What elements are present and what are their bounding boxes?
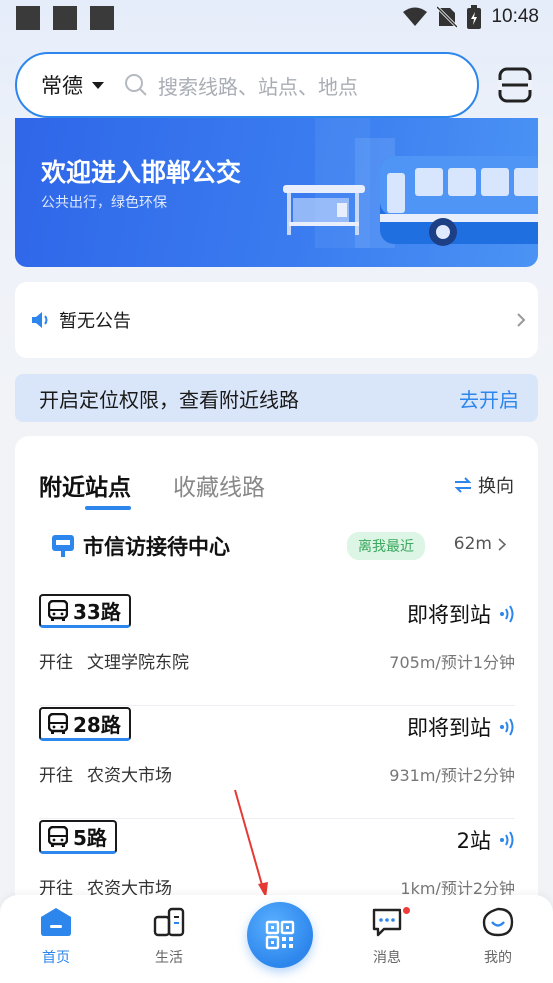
speaker-icon (32, 312, 48, 328)
qr-code-button[interactable] (247, 902, 313, 968)
search-icon (125, 74, 147, 96)
tab-favorite-routes[interactable]: 收藏线路 (173, 468, 265, 502)
clock: 10:48 (491, 6, 539, 27)
direction-label: 开往 (39, 766, 73, 786)
route-item[interactable]: 33路 即将到站 开往 文理学院东院 705m/预计1分钟 (39, 594, 515, 706)
route-direction: 开往 文理学院东院 (39, 648, 189, 673)
nav-label: 首页 (42, 950, 70, 966)
scan-icon[interactable] (498, 67, 532, 103)
arrival-status-text: 即将到站 (407, 603, 491, 627)
no-sim-icon (437, 6, 458, 28)
nav-messages[interactable]: 消息 (357, 907, 417, 967)
arrival-status: 2站 (457, 825, 515, 855)
notification-dot (401, 905, 412, 916)
active-tab-indicator (85, 506, 131, 510)
qr-code-icon (265, 920, 295, 950)
route-number: 5路 (73, 826, 107, 850)
route-destination: 文理学院东院 (87, 653, 189, 673)
bus-stop-icon (52, 535, 74, 557)
nav-life[interactable]: 生活 (139, 907, 199, 967)
route-tag: 5路 (39, 820, 117, 854)
realtime-signal-icon (500, 831, 514, 849)
bus-icon (48, 599, 68, 621)
announcement-text: 暂无公告 (59, 311, 131, 332)
route-eta: 705m/预计1分钟 (389, 653, 515, 672)
notification-icon (90, 6, 114, 30)
nav-label: 消息 (373, 950, 401, 966)
nav-label: 我的 (484, 950, 512, 966)
banner-title: 欢迎进入邯郸公交 (41, 158, 242, 187)
switch-direction-label: 换向 (478, 476, 514, 497)
home-icon (41, 908, 71, 936)
swap-icon (454, 477, 472, 493)
route-direction: 开往 农资大市场 (39, 761, 172, 786)
enable-location-link[interactable]: 去开启 (459, 384, 519, 413)
bus-icon (48, 825, 68, 847)
station-distance: 62m (454, 534, 506, 554)
chevron-right-icon (517, 313, 526, 327)
arrival-status: 即将到站 (407, 712, 515, 742)
station-name: 市信访接待中心 (83, 535, 230, 559)
search-bar[interactable]: 常德 搜索线路、站点、地点 (15, 52, 479, 118)
route-number: 28路 (73, 713, 121, 737)
chevron-right-icon (498, 537, 506, 551)
banner-subtitle: 公共出行，绿色环保 (41, 195, 167, 211)
nearest-badge: 离我最近 (347, 532, 425, 560)
notification-icon (16, 6, 40, 30)
route-eta: 931m/预计2分钟 (389, 766, 515, 785)
nav-label: 生活 (155, 950, 183, 966)
arrival-status-text: 2站 (456, 829, 491, 853)
life-icon (153, 907, 185, 937)
switch-direction-button[interactable]: 换向 (454, 472, 514, 498)
station-row[interactable]: 市信访接待中心 离我最近 62m (51, 531, 520, 561)
announcement-bar[interactable]: 暂无公告 (15, 282, 538, 358)
bus-illustration (283, 118, 538, 248)
route-number: 33路 (73, 600, 121, 624)
arrival-status-text: 即将到站 (407, 716, 491, 740)
profile-icon (482, 907, 514, 937)
status-bar: 10:48 (0, 0, 553, 36)
route-tag: 33路 (39, 594, 131, 628)
location-prompt-text: 开启定位权限，查看附近线路 (39, 387, 299, 412)
divider (39, 705, 515, 706)
location-permission-bar: 开启定位权限，查看附近线路 去开启 (15, 374, 538, 422)
tab-nearby-stations[interactable]: 附近站点 (39, 468, 131, 502)
realtime-signal-icon (500, 605, 514, 623)
message-icon (372, 908, 402, 937)
wifi-icon (403, 7, 428, 26)
realtime-signal-icon (500, 718, 514, 736)
city-label: 常德 (41, 74, 83, 98)
bus-icon (48, 712, 68, 734)
route-tag: 28路 (39, 707, 131, 741)
arrival-status: 即将到站 (407, 599, 515, 629)
annotation-arrow (234, 789, 268, 898)
nav-profile[interactable]: 我的 (468, 907, 528, 967)
battery-icon (467, 5, 482, 29)
station-distance-value: 62m (453, 534, 492, 554)
welcome-banner[interactable]: 欢迎进入邯郸公交 公共出行，绿色环保 (15, 118, 538, 267)
notification-icon (53, 6, 77, 30)
chevron-down-icon (92, 81, 104, 89)
nav-home[interactable]: 首页 (26, 907, 86, 967)
route-destination: 农资大市场 (87, 766, 172, 786)
search-input[interactable]: 搜索线路、站点、地点 (158, 71, 358, 100)
city-selector[interactable]: 常德 (41, 70, 104, 100)
direction-label: 开往 (39, 653, 73, 673)
